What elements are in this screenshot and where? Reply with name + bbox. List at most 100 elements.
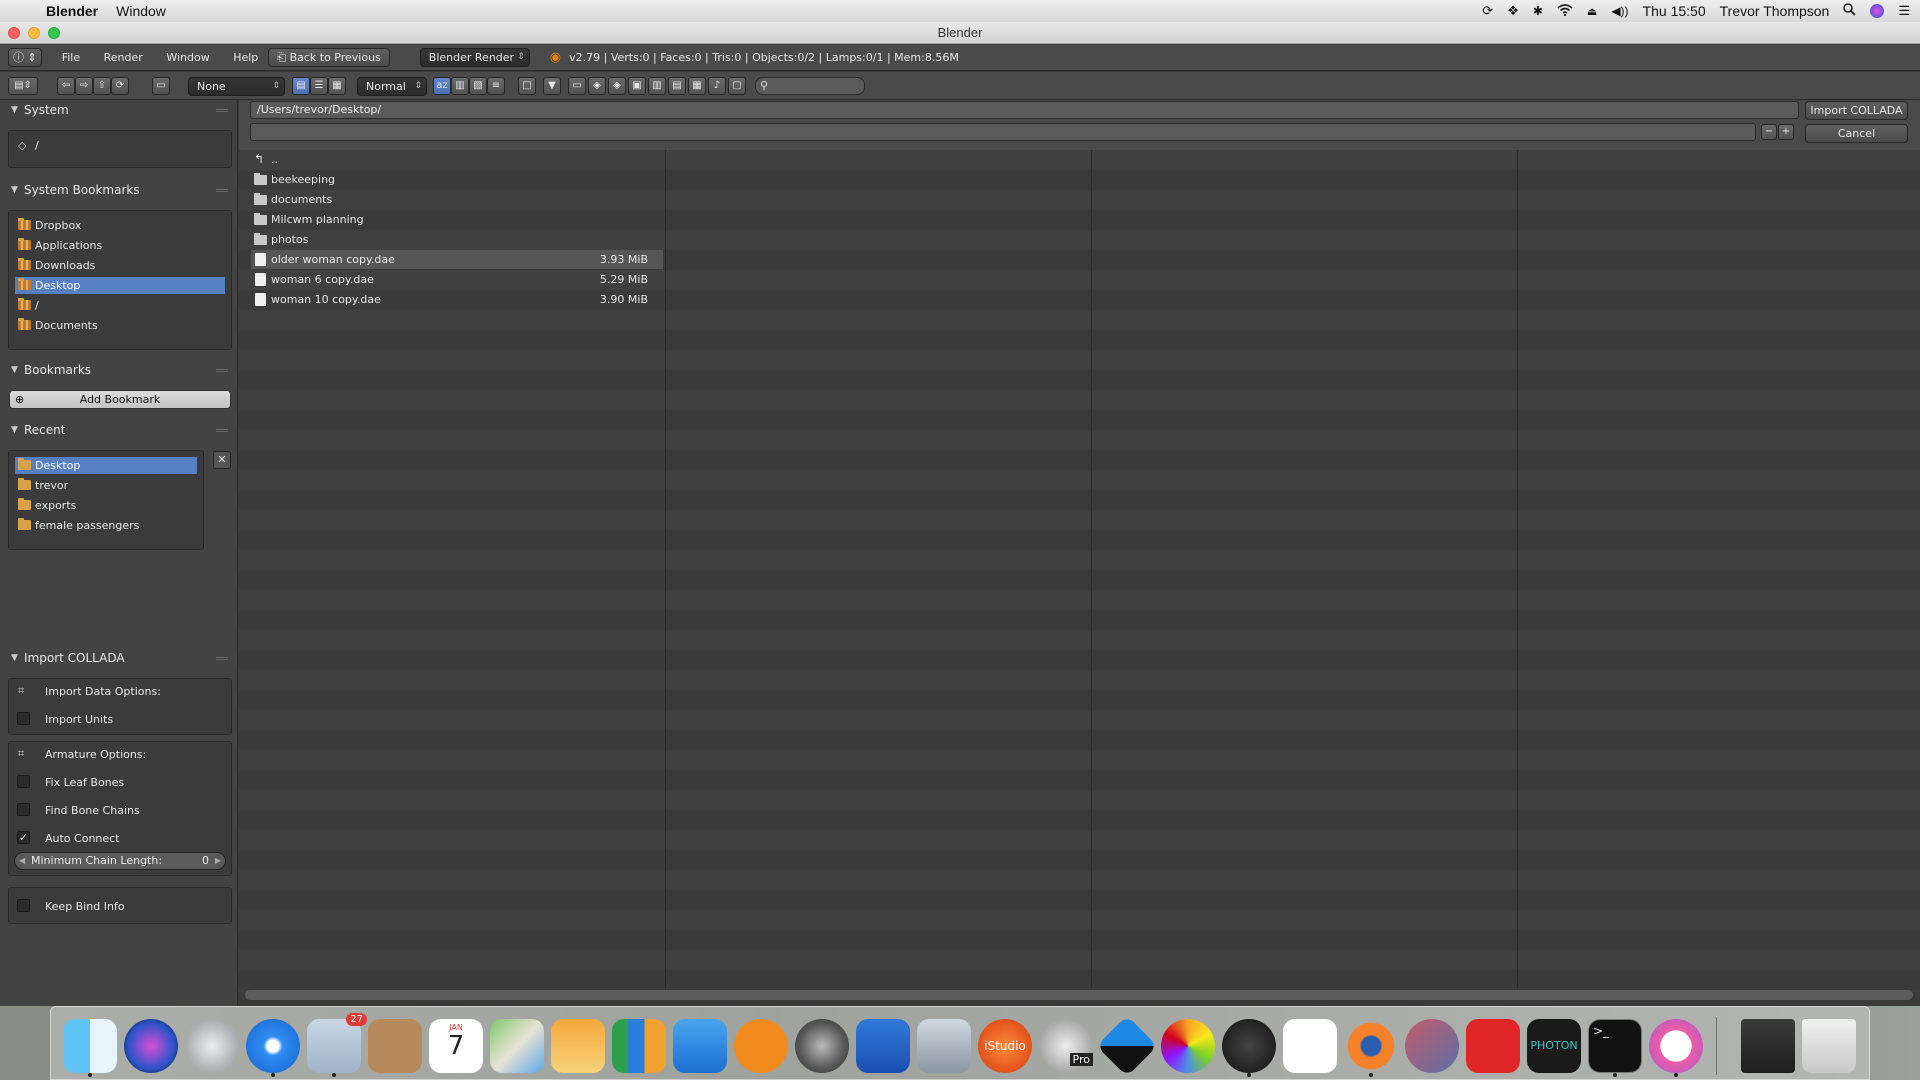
panel-system-header[interactable]: System [0,100,238,120]
menu-help[interactable]: Help [233,51,258,64]
bookmark-item-dropbox[interactable]: Dropbox [15,217,225,234]
file-row-folder[interactable]: documents [251,190,663,209]
menu-file[interactable]: File [62,51,80,64]
poser-icon[interactable] [1222,1019,1276,1073]
menubar-window[interactable]: Window [116,3,166,19]
calendar-icon[interactable]: JAN 7 [429,1019,483,1073]
filename-increment-button[interactable]: + [1778,124,1794,140]
siri-icon[interactable] [124,1019,178,1073]
find-bone-chains-label[interactable]: Find Bone Chains [45,804,140,817]
recursion-dropdown[interactable]: None [188,77,285,96]
panel-bookmarks-header[interactable]: Bookmarks [0,360,238,380]
clear-recent-button[interactable]: ✕ [213,451,231,469]
sketchup-pro-icon[interactable]: Pro [1039,1019,1093,1073]
display-size-dropdown[interactable]: Normal [357,77,427,96]
menubar-clock[interactable]: Thu 15:50 [1643,3,1706,19]
filter-font-icon[interactable]: ▦ [688,77,706,95]
filename-field[interactable] [250,123,1756,141]
sketchup-icon[interactable] [1466,1019,1520,1073]
panel-grip-icon[interactable] [216,429,228,432]
filter-text-icon[interactable]: ▢ [728,77,746,95]
bluetooth-icon[interactable]: ✱ [1533,4,1543,18]
sort-time-button[interactable]: ▧ [469,77,487,95]
keynote-icon[interactable] [673,1019,727,1073]
bookmark-item-desktop[interactable]: Desktop [15,277,225,294]
menubar-app-name[interactable]: Blender [46,3,98,19]
contacts-icon[interactable] [368,1019,422,1073]
hide-dot-files-button[interactable]: □ [518,77,536,95]
minimize-window-button[interactable] [28,27,40,39]
istudio-icon[interactable]: iStudio [978,1019,1032,1073]
bookmark-item-root[interactable]: / [15,297,225,314]
panel-system-bookmarks-header[interactable]: System Bookmarks [0,180,238,200]
3d-polyhedron-icon[interactable] [1405,1019,1459,1073]
file-row-parent[interactable]: ↰ .. [251,150,663,169]
sort-size-button[interactable]: ≡ [487,77,505,95]
sort-extension-button[interactable]: ▥ [451,77,469,95]
filter-sound-icon[interactable]: ♪ [708,77,726,95]
back-to-previous-button[interactable]: ⎗ Back to Previous [268,48,390,67]
wifi-icon[interactable] [1557,3,1573,19]
auto-connect-checkbox[interactable]: ✓ [17,831,30,844]
cancel-button[interactable]: Cancel [1805,124,1908,143]
numbers-icon[interactable] [612,1019,666,1073]
panel-import-collada-header[interactable]: Import COLLADA [0,648,238,668]
blue-plus-app-icon[interactable] [1283,1019,1337,1073]
nav-parent-button[interactable]: ⇧ [93,77,111,95]
dropbox-icon[interactable]: ❖ [1507,3,1519,19]
display-long-button[interactable]: ☰ [310,77,328,95]
remote-desktop-icon[interactable] [856,1019,910,1073]
panel-grip-icon[interactable] [216,657,228,660]
close-window-button[interactable] [8,27,20,39]
fix-leaf-bones-label[interactable]: Fix Leaf Bones [45,776,124,789]
file-editor-type-button[interactable]: ▤⇕ [8,77,38,95]
display-short-button[interactable]: ▤ [292,77,310,95]
increment-arrow-icon[interactable]: ▶ [215,853,221,869]
mail-icon[interactable]: 27 [307,1013,367,1073]
safari-icon[interactable] [246,1019,300,1073]
sort-alpha-button[interactable]: az [433,77,451,95]
bookmark-item-downloads[interactable]: Downloads [15,257,225,274]
import-units-label[interactable]: Import Units [45,713,113,726]
bookmark-item-applications[interactable]: Applications [15,237,225,254]
ibooks-icon[interactable] [734,1019,788,1073]
kite-icon[interactable] [1096,1015,1158,1077]
nav-forward-button[interactable]: ⇨ [75,77,93,95]
import-units-checkbox[interactable] [17,712,30,725]
finder-icon[interactable] [63,1019,117,1073]
volume-icon[interactable]: ◀)) [1611,4,1628,18]
filter-blend-icon[interactable]: ◈ [588,77,606,95]
photon-icon[interactable]: PHOTON [1527,1019,1581,1073]
directory-path-field[interactable]: /Users/trevor/Desktop/ [250,101,1799,119]
horizontal-scrollbar[interactable] [245,990,1913,1000]
panel-grip-icon[interactable] [216,189,228,192]
downloads-stack-icon[interactable] [1741,1019,1795,1073]
eject-icon[interactable]: ⏏ [1587,5,1597,18]
panel-grip-icon[interactable] [216,369,228,372]
nav-back-button[interactable]: ⇦ [57,77,75,95]
display-thumbnails-button[interactable]: ▦ [328,77,346,95]
itunes-icon[interactable] [1649,1019,1703,1073]
trash-icon[interactable] [1802,1019,1856,1073]
keep-bind-info-checkbox[interactable] [17,899,30,912]
render-engine-dropdown[interactable]: Blender Render [419,48,530,67]
pages-icon[interactable] [551,1019,605,1073]
recent-item-trevor[interactable]: trevor [15,477,197,494]
spotlight-search-icon[interactable] [1843,3,1856,19]
recent-item-exports[interactable]: exports [15,497,197,514]
refresh-button[interactable]: ⟳ [111,77,129,95]
recent-item-desktop[interactable]: Desktop [15,457,197,474]
file-row-file[interactable]: woman 10 copy.dae 3.90 MiB [251,290,663,309]
new-folder-button[interactable]: ▭ [152,77,170,95]
filter-movie-icon[interactable]: ▥ [648,77,666,95]
blender-icon[interactable] [1344,1019,1398,1073]
file-row-file[interactable]: older woman copy.dae 3.93 MiB [251,250,663,269]
fix-leaf-bones-checkbox[interactable] [17,775,30,788]
file-row-folder[interactable]: photos [251,230,663,249]
bookmark-item-documents[interactable]: Documents [15,317,225,334]
filename-decrement-button[interactable]: − [1761,124,1777,140]
image-capture-icon[interactable] [917,1019,971,1073]
keep-bind-info-label[interactable]: Keep Bind Info [45,900,125,913]
filter-folders-icon[interactable]: ▭ [568,77,586,95]
zoom-window-button[interactable] [48,27,60,39]
